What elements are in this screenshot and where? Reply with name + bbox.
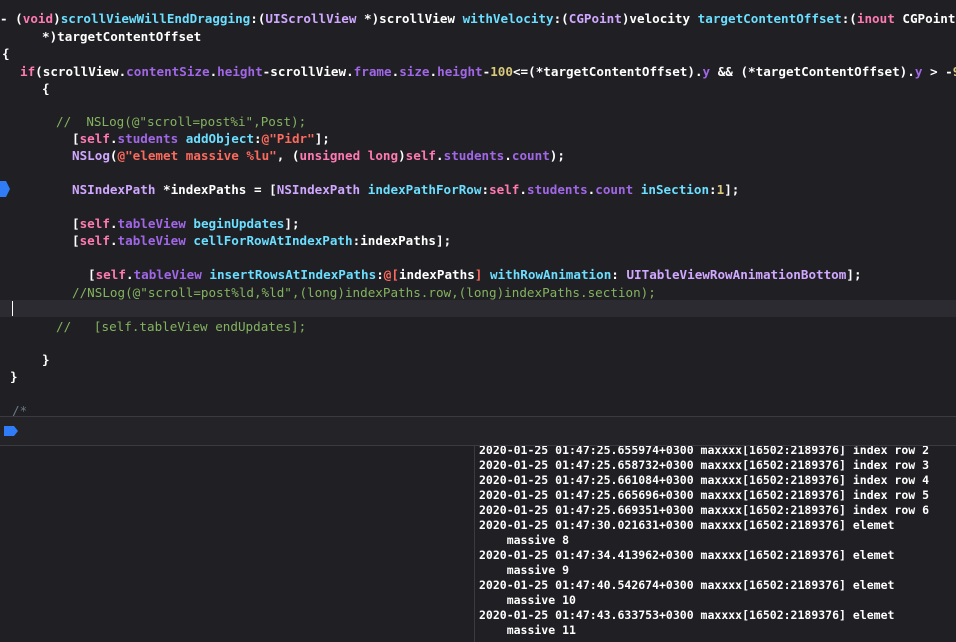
console-line: 2020-01-25 01:47:34.413962+0300 maxxxx[1… xyxy=(479,548,895,562)
console-line: massive 10 xyxy=(479,593,576,607)
code-line-4: if(scrollView.contentSize.height-scrollV… xyxy=(20,64,956,79)
code-line-13: //NSLog(@"scroll=post%ld,%ld",(long)inde… xyxy=(72,285,656,300)
debug-continue-icon[interactable] xyxy=(4,426,18,436)
code-line-7: [self.students addObject:@"Pidr"]; xyxy=(72,131,330,146)
breakpoint-marker-icon[interactable] xyxy=(0,181,10,197)
console-line: 2020-01-25 01:47:40.542674+0300 maxxxx[1… xyxy=(479,578,895,592)
code-line-14: // [self.tableView endUpdates]; xyxy=(56,319,307,334)
code-line-1: - (void)scrollViewWillEndDragging:(UIScr… xyxy=(0,11,956,26)
debug-bar xyxy=(0,417,956,446)
console-line: 2020-01-25 01:47:25.665696+0300 maxxxx[1… xyxy=(479,488,930,502)
console-line: massive 9 xyxy=(479,563,570,577)
code-line-8: NSLog(@"elemet massive %lu", (unsigned l… xyxy=(72,148,565,163)
code-line-12: [self.tableView insertRowsAtIndexPaths:@… xyxy=(88,267,862,282)
code-editor[interactable]: - (void)scrollViewWillEndDragging:(UIScr… xyxy=(0,0,956,416)
console-line: 2020-01-25 01:47:25.658732+0300 maxxxx[1… xyxy=(479,458,930,472)
console-line: 2020-01-25 01:47:30.021631+0300 maxxxx[1… xyxy=(479,518,895,532)
variables-view[interactable] xyxy=(0,446,475,642)
code-line-10: [self.tableView beginUpdates]; xyxy=(72,216,300,231)
code-line-3: { xyxy=(2,46,10,61)
code-line-2: *)targetContentOffset xyxy=(42,29,202,44)
debug-console[interactable]: 2020-01-25 01:47:25.655974+0300 maxxxx[1… xyxy=(475,446,956,642)
console-line: 2020-01-25 01:47:25.661084+0300 maxxxx[1… xyxy=(479,473,930,487)
console-line: 2020-01-25 01:47:25.655974+0300 maxxxx[1… xyxy=(479,446,930,457)
code-line-15: } xyxy=(42,352,50,367)
code-line-11: [self.tableView cellForRowAtIndexPath:in… xyxy=(72,233,452,248)
current-line-highlight xyxy=(0,300,956,317)
code-line-16: } xyxy=(10,369,18,384)
code-line-17: /* xyxy=(12,403,28,416)
console-line: 2020-01-25 01:47:43.633753+0300 maxxxx[1… xyxy=(479,608,895,622)
console-line: 2020-01-25 01:47:25.669351+0300 maxxxx[1… xyxy=(479,503,930,517)
code-line-5: { xyxy=(42,81,50,96)
console-line: massive 8 xyxy=(479,533,570,547)
code-line-6: // NSLog(@"scroll=post%i",Post); xyxy=(56,114,307,129)
code-line-9: NSIndexPath *indexPaths = [NSIndexPath i… xyxy=(72,182,740,197)
console-line: massive 11 xyxy=(479,623,576,637)
text-caret xyxy=(12,301,13,316)
